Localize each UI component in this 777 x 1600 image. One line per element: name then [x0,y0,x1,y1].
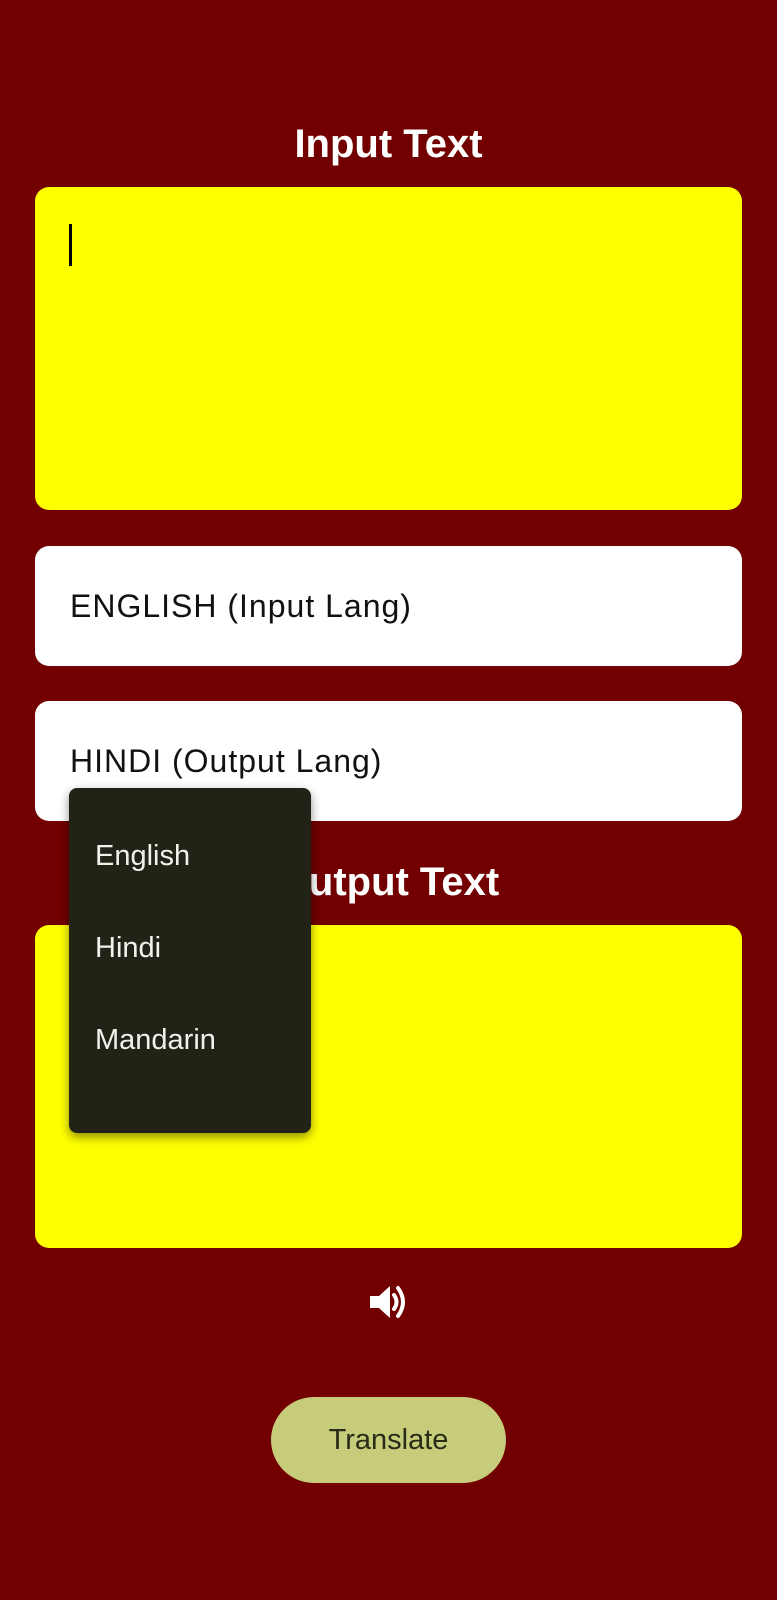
translate-button[interactable]: Translate [271,1397,506,1483]
input-language-label: ENGLISH (Input Lang) [70,587,412,624]
language-dropdown-menu: English Hindi Mandarin [69,788,311,1133]
output-language-label: HINDI (Output Lang) [70,742,383,779]
speaker-glyph [370,1286,405,1318]
menu-item-english[interactable]: English [69,804,311,908]
input-text-field[interactable] [35,187,742,510]
text-cursor [69,224,72,266]
input-text-title: Input Text [294,122,483,166]
menu-item-mandarin[interactable]: Mandarin [69,988,311,1092]
menu-item-hindi[interactable]: Hindi [69,896,311,1000]
input-language-selector[interactable]: ENGLISH (Input Lang) [35,546,742,666]
speaker-icon[interactable] [368,1283,410,1321]
